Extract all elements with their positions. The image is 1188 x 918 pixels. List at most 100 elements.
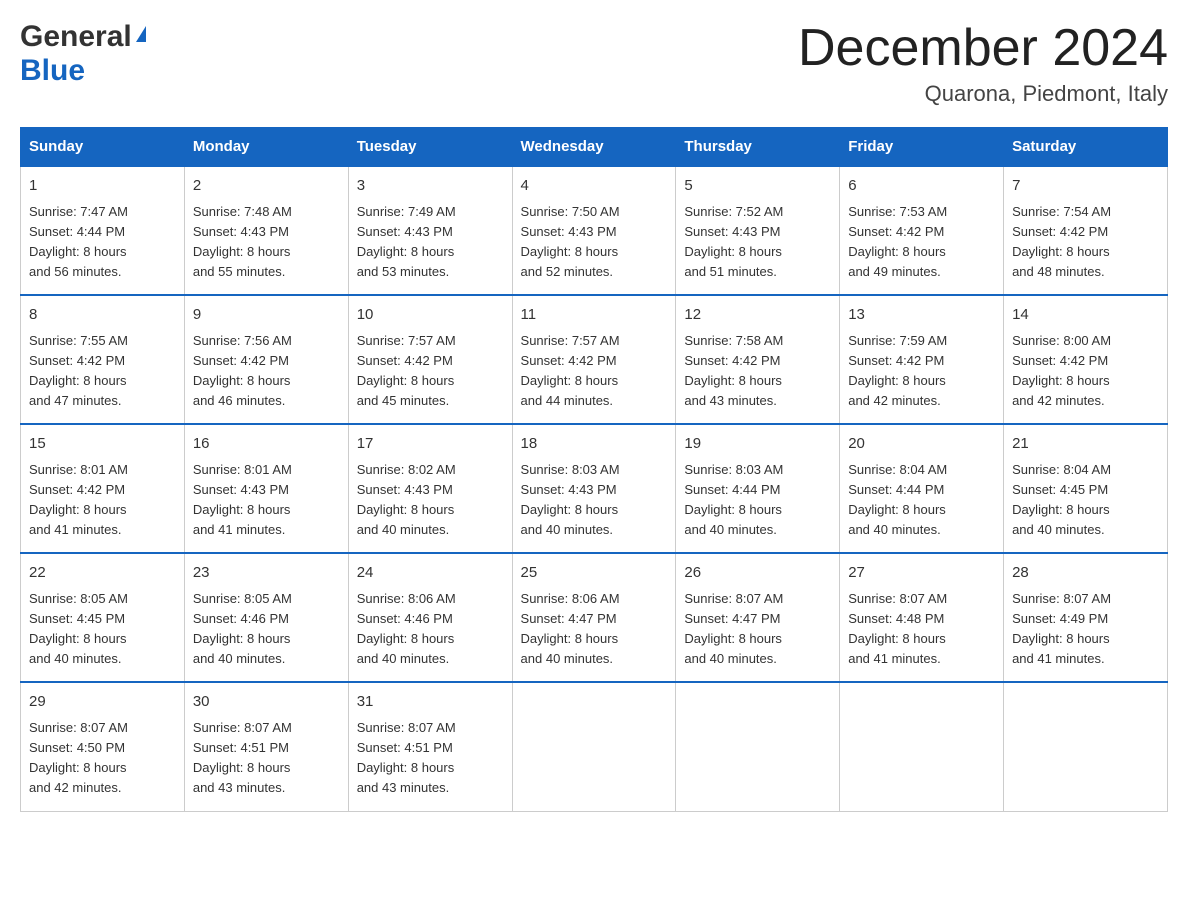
day-number: 19 [684, 433, 831, 456]
day-info: Sunrise: 8:07 AMSunset: 4:48 PMDaylight:… [848, 589, 995, 670]
day-info: Sunrise: 8:01 AMSunset: 4:42 PMDaylight:… [29, 460, 176, 541]
day-info: Sunrise: 8:07 AMSunset: 4:47 PMDaylight:… [684, 589, 831, 670]
calendar-cell: 20Sunrise: 8:04 AMSunset: 4:44 PMDayligh… [840, 424, 1004, 553]
day-info: Sunrise: 7:49 AMSunset: 4:43 PMDaylight:… [357, 202, 504, 283]
calendar-table: SundayMondayTuesdayWednesdayThursdayFrid… [20, 127, 1168, 811]
day-info: Sunrise: 8:07 AMSunset: 4:49 PMDaylight:… [1012, 589, 1159, 670]
calendar-cell: 29 Sunrise: 8:07 AMSunset: 4:50 PMDayligh… [21, 682, 185, 811]
day-info: Sunrise: 8:01 AMSunset: 4:43 PMDaylight:… [193, 460, 340, 541]
day-info: Sunrise: 8:06 AMSunset: 4:46 PMDaylight:… [357, 589, 504, 670]
day-number: 16 [193, 433, 340, 456]
day-info: Sunrise: 8:05 AMSunset: 4:45 PMDaylight:… [29, 589, 176, 670]
calendar-cell [840, 682, 1004, 811]
day-number: 12 [684, 304, 831, 327]
day-number: 20 [848, 433, 995, 456]
day-info: Sunrise: 7:52 AMSunset: 4:43 PMDaylight:… [684, 202, 831, 283]
day-number: 6 [848, 175, 995, 198]
day-number: 21 [1012, 433, 1159, 456]
day-number: 18 [521, 433, 668, 456]
logo-blue-text: Blue [20, 54, 85, 88]
header-sunday: Sunday [21, 128, 185, 167]
calendar-cell: 21 Sunrise: 8:04 AMSunset: 4:45 PMDayligh… [1004, 424, 1168, 553]
header-saturday: Saturday [1004, 128, 1168, 167]
calendar-cell: 18 Sunrise: 8:03 AMSunset: 4:43 PMDayligh… [512, 424, 676, 553]
logo-general-text: General [20, 20, 132, 54]
day-info: Sunrise: 7:48 AMSunset: 4:43 PMDaylight:… [193, 202, 340, 283]
calendar-cell: 3 Sunrise: 7:49 AMSunset: 4:43 PMDaylight… [348, 166, 512, 295]
day-info: Sunrise: 8:07 AMSunset: 4:50 PMDaylight:… [29, 718, 176, 799]
calendar-cell: 6 Sunrise: 7:53 AMSunset: 4:42 PMDaylight… [840, 166, 1004, 295]
calendar-cell: 19Sunrise: 8:03 AMSunset: 4:44 PMDayligh… [676, 424, 840, 553]
header-friday: Friday [840, 128, 1004, 167]
calendar-cell: 15Sunrise: 8:01 AMSunset: 4:42 PMDayligh… [21, 424, 185, 553]
page-subtitle: Quarona, Piedmont, Italy [798, 81, 1168, 107]
day-info: Sunrise: 7:57 AMSunset: 4:42 PMDaylight:… [357, 331, 504, 412]
header-tuesday: Tuesday [348, 128, 512, 167]
day-number: 13 [848, 304, 995, 327]
calendar-cell: 11 Sunrise: 7:57 AMSunset: 4:42 PMDayligh… [512, 295, 676, 424]
week-row-5: 29 Sunrise: 8:07 AMSunset: 4:50 PMDayligh… [21, 682, 1168, 811]
header-thursday: Thursday [676, 128, 840, 167]
header-monday: Monday [184, 128, 348, 167]
day-number: 7 [1012, 175, 1159, 198]
day-number: 3 [357, 175, 504, 198]
page-title: December 2024 [798, 20, 1168, 77]
day-number: 10 [357, 304, 504, 327]
calendar-cell [1004, 682, 1168, 811]
calendar-cell: 4Sunrise: 7:50 AMSunset: 4:43 PMDaylight… [512, 166, 676, 295]
day-info: Sunrise: 7:55 AMSunset: 4:42 PMDaylight:… [29, 331, 176, 412]
header-row: SundayMondayTuesdayWednesdayThursdayFrid… [21, 128, 1168, 167]
logo: General Blue [20, 20, 146, 88]
day-number: 29 [29, 691, 176, 714]
calendar-cell: 2 Sunrise: 7:48 AMSunset: 4:43 PMDaylight… [184, 166, 348, 295]
day-number: 14 [1012, 304, 1159, 327]
day-info: Sunrise: 8:07 AMSunset: 4:51 PMDaylight:… [193, 718, 340, 799]
day-info: Sunrise: 7:57 AMSunset: 4:42 PMDaylight:… [521, 331, 668, 412]
day-number: 24 [357, 562, 504, 585]
calendar-cell [676, 682, 840, 811]
header-wednesday: Wednesday [512, 128, 676, 167]
day-number: 23 [193, 562, 340, 585]
calendar-cell: 27 Sunrise: 8:07 AMSunset: 4:48 PMDayligh… [840, 553, 1004, 682]
day-info: Sunrise: 7:54 AMSunset: 4:42 PMDaylight:… [1012, 202, 1159, 283]
day-number: 1 [29, 175, 176, 198]
day-number: 2 [193, 175, 340, 198]
day-info: Sunrise: 7:56 AMSunset: 4:42 PMDaylight:… [193, 331, 340, 412]
day-number: 31 [357, 691, 504, 714]
page-header: General Blue December 2024 Quarona, Pied… [20, 20, 1168, 107]
calendar-cell: 14 Sunrise: 8:00 AMSunset: 4:42 PMDayligh… [1004, 295, 1168, 424]
week-row-3: 15Sunrise: 8:01 AMSunset: 4:42 PMDayligh… [21, 424, 1168, 553]
week-row-1: 1Sunrise: 7:47 AMSunset: 4:44 PMDaylight… [21, 166, 1168, 295]
calendar-cell: 24 Sunrise: 8:06 AMSunset: 4:46 PMDayligh… [348, 553, 512, 682]
calendar-cell: 28Sunrise: 8:07 AMSunset: 4:49 PMDayligh… [1004, 553, 1168, 682]
day-info: Sunrise: 8:04 AMSunset: 4:45 PMDaylight:… [1012, 460, 1159, 541]
calendar-cell: 31 Sunrise: 8:07 AMSunset: 4:51 PMDayligh… [348, 682, 512, 811]
day-number: 11 [521, 304, 668, 327]
calendar-cell: 16 Sunrise: 8:01 AMSunset: 4:43 PMDayligh… [184, 424, 348, 553]
day-number: 26 [684, 562, 831, 585]
day-info: Sunrise: 7:53 AMSunset: 4:42 PMDaylight:… [848, 202, 995, 283]
calendar-cell: 7 Sunrise: 7:54 AMSunset: 4:42 PMDaylight… [1004, 166, 1168, 295]
calendar-cell: 23 Sunrise: 8:05 AMSunset: 4:46 PMDayligh… [184, 553, 348, 682]
day-number: 17 [357, 433, 504, 456]
week-row-2: 8Sunrise: 7:55 AMSunset: 4:42 PMDaylight… [21, 295, 1168, 424]
calendar-cell: 17Sunrise: 8:02 AMSunset: 4:43 PMDayligh… [348, 424, 512, 553]
calendar-cell: 13 Sunrise: 7:59 AMSunset: 4:42 PMDayligh… [840, 295, 1004, 424]
calendar-cell: 26 Sunrise: 8:07 AMSunset: 4:47 PMDayligh… [676, 553, 840, 682]
calendar-cell: 22Sunrise: 8:05 AMSunset: 4:45 PMDayligh… [21, 553, 185, 682]
day-info: Sunrise: 8:03 AMSunset: 4:43 PMDaylight:… [521, 460, 668, 541]
day-number: 30 [193, 691, 340, 714]
day-info: Sunrise: 7:59 AMSunset: 4:42 PMDaylight:… [848, 331, 995, 412]
day-number: 25 [521, 562, 668, 585]
day-info: Sunrise: 8:00 AMSunset: 4:42 PMDaylight:… [1012, 331, 1159, 412]
day-info: Sunrise: 8:05 AMSunset: 4:46 PMDaylight:… [193, 589, 340, 670]
calendar-cell: 12Sunrise: 7:58 AMSunset: 4:42 PMDayligh… [676, 295, 840, 424]
day-info: Sunrise: 8:07 AMSunset: 4:51 PMDaylight:… [357, 718, 504, 799]
calendar-cell: 1Sunrise: 7:47 AMSunset: 4:44 PMDaylight… [21, 166, 185, 295]
calendar-cell: 10 Sunrise: 7:57 AMSunset: 4:42 PMDayligh… [348, 295, 512, 424]
logo-triangle-icon [136, 26, 146, 42]
day-number: 27 [848, 562, 995, 585]
calendar-cell: 30 Sunrise: 8:07 AMSunset: 4:51 PMDayligh… [184, 682, 348, 811]
day-number: 4 [521, 175, 668, 198]
week-row-4: 22Sunrise: 8:05 AMSunset: 4:45 PMDayligh… [21, 553, 1168, 682]
